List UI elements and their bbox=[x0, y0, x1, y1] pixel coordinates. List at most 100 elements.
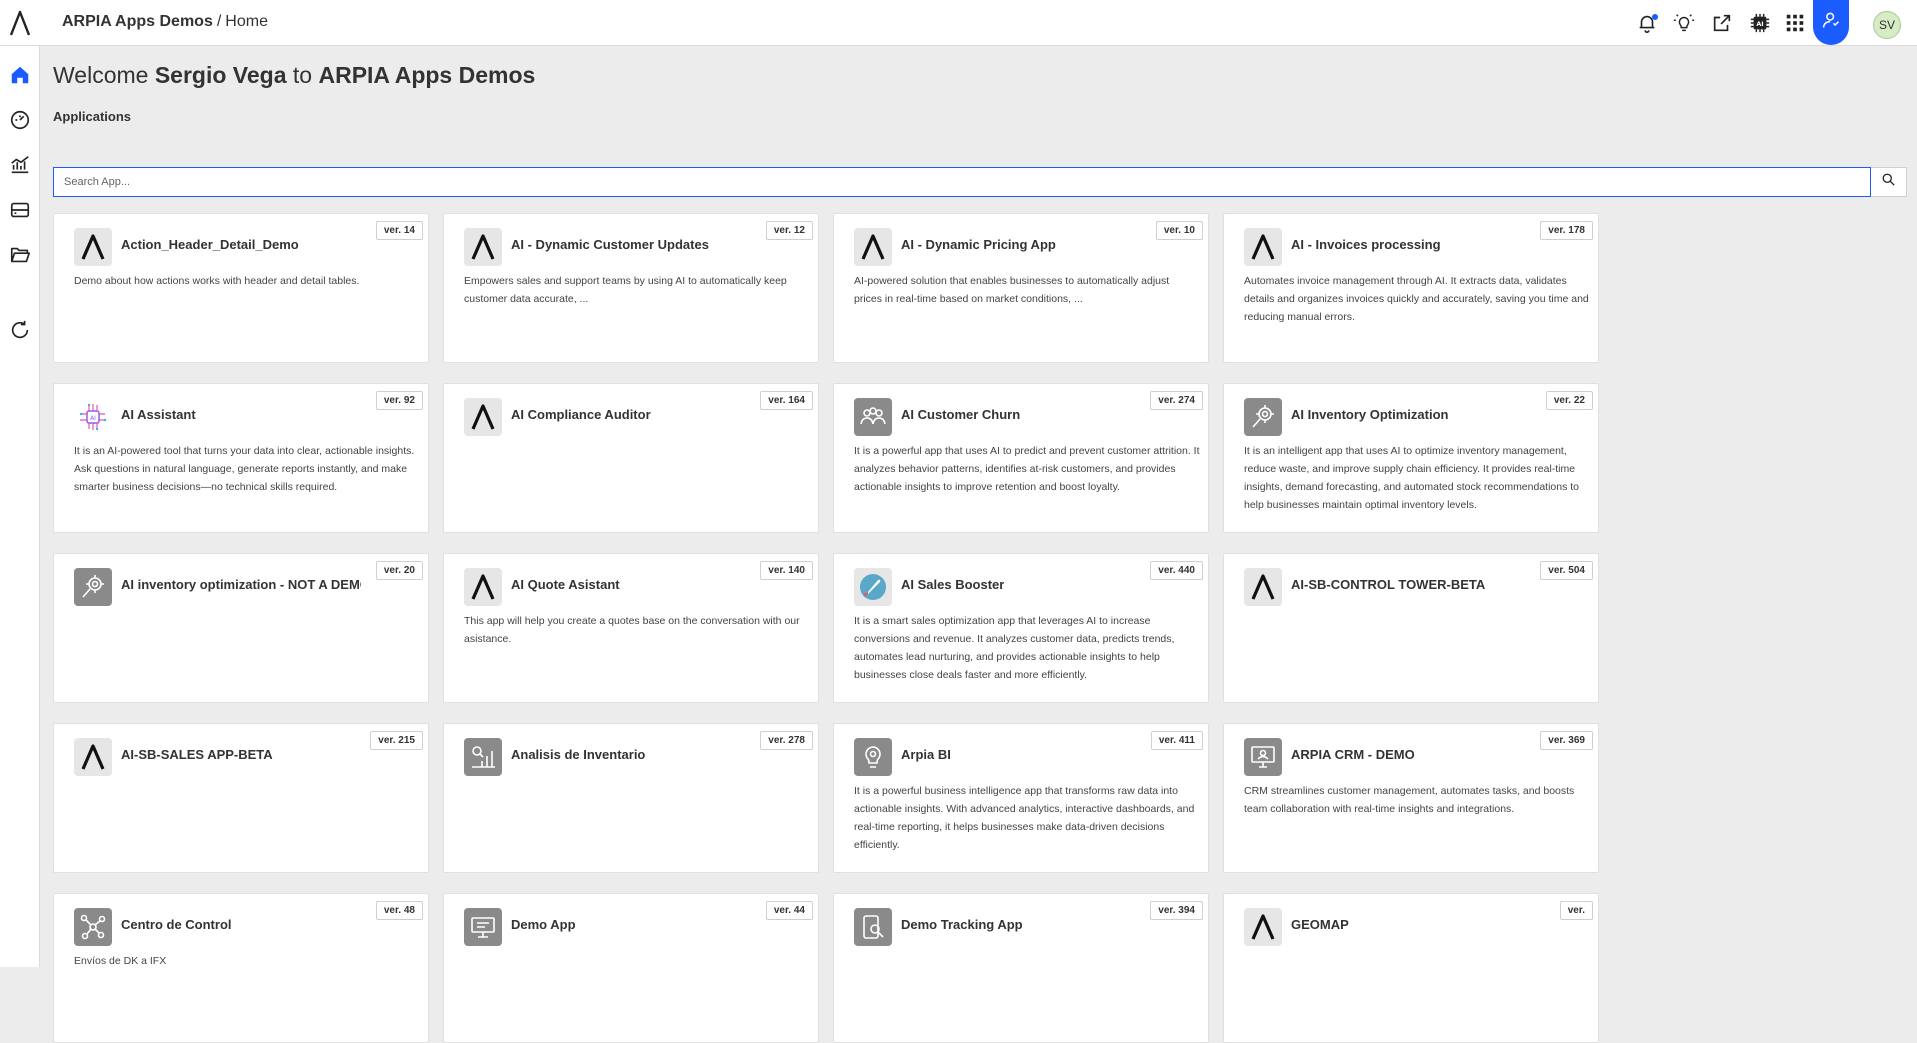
section-heading: Applications bbox=[53, 109, 132, 124]
app-card[interactable]: ver. 215 AI-SB-SALES APP-BETA bbox=[53, 723, 429, 873]
app-description: Automates invoice management through AI.… bbox=[1244, 275, 1589, 323]
version-badge: ver. 92 bbox=[375, 391, 423, 410]
version-badge: ver. 411 bbox=[1150, 731, 1203, 750]
network-icon bbox=[74, 908, 112, 946]
app-card[interactable]: ver. 164 AI Compliance Auditor bbox=[443, 383, 819, 533]
crm-monitor-icon bbox=[1244, 738, 1282, 776]
app-title[interactable]: GEOMAP bbox=[1291, 917, 1349, 932]
arpia-logo-icon bbox=[464, 568, 502, 606]
breadcrumb: ARPIA Apps Demos / Home bbox=[62, 13, 268, 31]
app-description: Envíos de DK a IFX bbox=[74, 955, 167, 967]
app-title[interactable]: AI - Dynamic Pricing App bbox=[901, 237, 1056, 252]
app-title[interactable]: AI-SB-CONTROL TOWER-BETA bbox=[1291, 577, 1485, 592]
analytics-chart-icon[interactable] bbox=[8, 153, 32, 177]
monitor-icon bbox=[464, 908, 502, 946]
app-card[interactable]: ver. 278 Analisis de Inventario bbox=[443, 723, 819, 873]
app-title[interactable]: AI - Invoices processing bbox=[1291, 237, 1441, 252]
version-badge: ver. 10 bbox=[1155, 221, 1203, 240]
app-title[interactable]: ARPIA CRM - DEMO bbox=[1291, 747, 1415, 762]
svg-text:AI: AI bbox=[90, 415, 96, 422]
folder-icon[interactable] bbox=[8, 243, 32, 267]
app-card[interactable]: ver. 92 AI AI Assistant It is an AI-powered… bbox=[53, 383, 429, 533]
app-title[interactable]: AI Compliance Auditor bbox=[511, 407, 651, 422]
app-title[interactable]: Action_Header_Detail_Demo bbox=[121, 237, 299, 252]
app-card[interactable]: ver. 140 AI Quote Asistant This app will h… bbox=[443, 553, 819, 703]
notification-dot bbox=[1652, 14, 1658, 20]
app-card[interactable]: ver. 44 Demo App bbox=[443, 893, 819, 1043]
arpia-logo-icon bbox=[1244, 568, 1282, 606]
app-card[interactable]: ver. 22 AI Inventory Optimization It is an… bbox=[1223, 383, 1599, 533]
version-badge: ver. 48 bbox=[375, 901, 423, 920]
avatar[interactable]: SV bbox=[1873, 11, 1901, 39]
app-description: It is a powerful business intelligence a… bbox=[854, 785, 1195, 851]
app-title[interactable]: AI Sales Booster bbox=[901, 577, 1004, 592]
dashboard-gauge-icon[interactable] bbox=[8, 108, 32, 132]
app-description: Demo about how actions works with header… bbox=[74, 275, 360, 287]
arpia-logo-icon bbox=[74, 738, 112, 776]
version-badge: ver. 394 bbox=[1150, 901, 1203, 920]
bell-icon[interactable] bbox=[1635, 11, 1659, 35]
app-card[interactable]: ver. 274 AI Customer Churn It is a powerfu… bbox=[833, 383, 1209, 533]
app-title[interactable]: Analisis de Inventario bbox=[511, 747, 645, 762]
app-card[interactable]: ver. 411 Arpia BI It is a powerful busines… bbox=[833, 723, 1209, 873]
breadcrumb-page: Home bbox=[225, 13, 268, 30]
app-title[interactable]: AI Customer Churn bbox=[901, 407, 1020, 422]
app-title[interactable]: AI Quote Asistant bbox=[511, 577, 620, 592]
app-title[interactable]: Centro de Control bbox=[121, 917, 232, 932]
gear-search-icon bbox=[74, 568, 112, 606]
app-card[interactable]: ver. 504 AI-SB-CONTROL TOWER-BETA bbox=[1223, 553, 1599, 703]
app-card[interactable]: ver. GEOMAP bbox=[1223, 893, 1599, 1043]
share-icon[interactable] bbox=[1710, 11, 1734, 35]
app-card[interactable]: ver. 20 AI inventory optimization - NOT A… bbox=[53, 553, 429, 703]
storage-icon[interactable] bbox=[8, 198, 32, 222]
app-card[interactable]: ver. 178 AI - Invoices processing Automate… bbox=[1223, 213, 1599, 363]
app-card[interactable]: ver. 48 Centro de Control Envíos de DK a I… bbox=[53, 893, 429, 1043]
app-card[interactable]: ver. 14 Action_Header_Detail_Demo Demo abo… bbox=[53, 213, 429, 363]
app-card[interactable]: ver. 12 AI - Dynamic Customer Updates Empo… bbox=[443, 213, 819, 363]
sidebar bbox=[0, 46, 40, 967]
arpia-logo-icon bbox=[464, 398, 502, 436]
version-badge: ver. 215 bbox=[370, 731, 423, 750]
user-icon bbox=[1821, 10, 1841, 35]
app-title[interactable]: AI inventory optimization - NOT A DEMO bbox=[121, 577, 361, 592]
arpia-logo-icon bbox=[464, 228, 502, 266]
app-description: This app will help you create a quotes b… bbox=[464, 615, 800, 645]
app-card[interactable]: ver. 394 Demo Tracking App bbox=[833, 893, 1209, 1043]
ai-chip-icon[interactable]: AI bbox=[1748, 11, 1772, 35]
app-card[interactable]: ver. 369 ARPIA CRM - DEMO CRM streamlines … bbox=[1223, 723, 1599, 873]
app-description: It is an AI-powered tool that turns your… bbox=[74, 445, 415, 493]
app-title[interactable]: Arpia BI bbox=[901, 747, 951, 762]
app-title[interactable]: AI Inventory Optimization bbox=[1291, 407, 1448, 422]
version-badge: ver. 44 bbox=[765, 901, 813, 920]
lightbulb-gear-icon bbox=[854, 738, 892, 776]
refresh-icon[interactable] bbox=[8, 318, 32, 342]
app-card[interactable]: ver. 440 AI Sales Booster It is a smart sa… bbox=[833, 553, 1209, 703]
page-title: Welcome Sergio Vega to ARPIA Apps Demos bbox=[53, 62, 535, 89]
version-badge: ver. 12 bbox=[765, 221, 813, 240]
user-menu-button[interactable] bbox=[1813, 0, 1849, 45]
rocket-icon bbox=[854, 568, 892, 606]
people-group-icon bbox=[854, 398, 892, 436]
search-input[interactable] bbox=[53, 167, 1871, 197]
app-title[interactable]: Demo Tracking App bbox=[901, 917, 1023, 932]
lightbulb-icon[interactable] bbox=[1672, 11, 1696, 35]
version-badge: ver. 164 bbox=[760, 391, 813, 410]
app-title[interactable]: Demo App bbox=[511, 917, 576, 932]
home-icon[interactable] bbox=[8, 63, 32, 87]
app-title[interactable]: AI-SB-SALES APP-BETA bbox=[121, 747, 273, 762]
breadcrumb-app[interactable]: ARPIA Apps Demos bbox=[62, 13, 213, 30]
app-description: AI-powered solution that enables busines… bbox=[854, 275, 1170, 305]
arpia-logo-icon bbox=[1244, 908, 1282, 946]
breadcrumb-separator: / bbox=[216, 13, 222, 30]
arpia-logo-icon bbox=[854, 228, 892, 266]
app-card[interactable]: ver. 10 AI - Dynamic Pricing App AI-powere… bbox=[833, 213, 1209, 363]
app-title[interactable]: AI - Dynamic Customer Updates bbox=[511, 237, 709, 252]
search-button[interactable] bbox=[1871, 167, 1907, 197]
inventory-chart-icon bbox=[464, 738, 502, 776]
ai-circuit-icon: AI bbox=[74, 398, 112, 436]
workspace-name: ARPIA Apps Demos bbox=[318, 62, 536, 88]
apps-grid-icon[interactable] bbox=[1783, 11, 1807, 35]
arpia-logo-icon[interactable] bbox=[9, 10, 31, 36]
app-title[interactable]: AI Assistant bbox=[121, 407, 196, 422]
app-description: It is a powerful app that uses AI to pre… bbox=[854, 445, 1200, 493]
